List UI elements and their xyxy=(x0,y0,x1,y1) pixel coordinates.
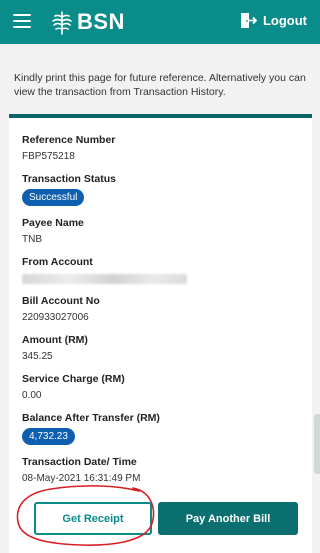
amount-field: Amount (RM) 345.25 xyxy=(22,334,88,362)
bill-account-value: 220933027006 xyxy=(22,312,89,323)
amount-value: 345.25 xyxy=(22,351,53,362)
reference-label: Reference Number xyxy=(22,134,116,146)
main-content: Kindly print this page for future refere… xyxy=(0,44,320,553)
reference-value: FBP575218 xyxy=(22,151,75,162)
service-charge-field: Service Charge (RM) 0.00 xyxy=(22,373,125,401)
balance-field: Balance After Transfer (RM) 4,732.23 xyxy=(22,412,160,445)
payee-value: TNB xyxy=(22,234,42,245)
balance-badge: 4,732.23 xyxy=(22,428,75,445)
logout-label: Logout xyxy=(262,13,307,28)
logout-door-icon xyxy=(240,13,257,28)
status-field: Transaction Status Successful xyxy=(22,173,116,206)
amount-label: Amount (RM) xyxy=(22,334,88,346)
menu-icon[interactable] xyxy=(13,14,31,28)
bill-account-field: Bill Account No 220933027006 xyxy=(22,295,100,323)
app-header: BSN Logout xyxy=(0,0,320,44)
get-receipt-button[interactable]: Get Receipt xyxy=(34,502,152,535)
datetime-value: 08-May-2021 16:31:49 PM xyxy=(22,473,141,484)
from-account-redacted xyxy=(22,274,187,284)
receipt-card: Reference Number FBP575218 Transaction S… xyxy=(9,114,312,553)
payee-field: Payee Name TNB xyxy=(22,217,84,245)
status-label: Transaction Status xyxy=(22,173,116,185)
status-badge: Successful xyxy=(22,189,85,206)
print-notice: Kindly print this page for future refere… xyxy=(14,72,306,98)
payee-label: Payee Name xyxy=(22,217,84,229)
tree-logo-icon xyxy=(52,11,72,35)
service-charge-label: Service Charge (RM) xyxy=(22,373,125,385)
balance-label: Balance After Transfer (RM) xyxy=(22,412,160,424)
reference-field: Reference Number FBP575218 xyxy=(22,134,115,162)
from-account-label: From Account xyxy=(22,256,93,268)
datetime-label: Transaction Date/ Time xyxy=(22,456,137,468)
pay-another-bill-button[interactable]: Pay Another Bill xyxy=(158,502,298,535)
scrollbar[interactable] xyxy=(314,414,320,474)
brand-name: BSN xyxy=(77,9,125,34)
bsn-logo[interactable]: BSN xyxy=(51,8,125,36)
logout-button[interactable]: Logout xyxy=(240,12,307,29)
datetime-field: Transaction Date/ Time 08-May-2021 16:31… xyxy=(22,456,140,484)
service-charge-value: 0.00 xyxy=(22,390,42,401)
bill-account-label: Bill Account No xyxy=(22,295,100,307)
from-account-field: From Account xyxy=(22,256,187,284)
